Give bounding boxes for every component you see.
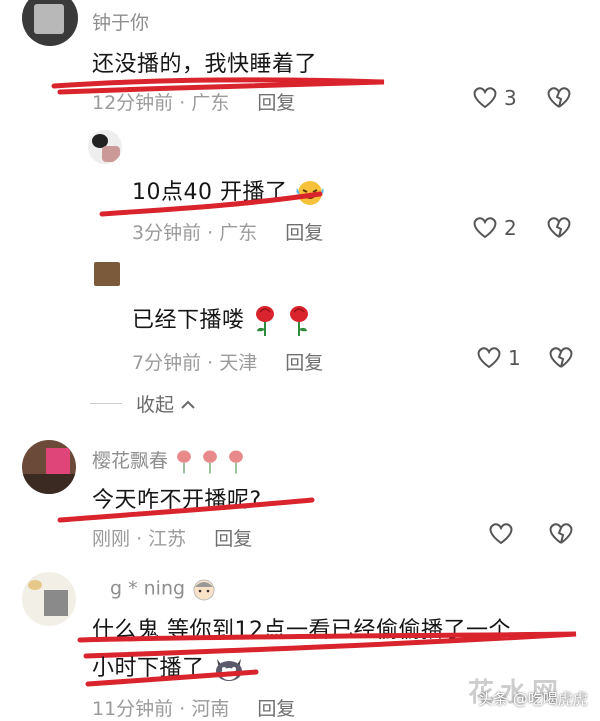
- comment-location: 天津: [219, 352, 258, 374]
- comment-text: 已经下播喽: [132, 302, 312, 338]
- like-count: 3: [504, 86, 517, 110]
- reply-button[interactable]: 回复: [285, 222, 323, 244]
- like-button[interactable]: 1: [476, 346, 521, 370]
- separator: ·: [179, 698, 186, 720]
- comment-text-line2: 小时下播了: [92, 650, 246, 683]
- separator: ·: [207, 352, 214, 374]
- comment-meta: 11分钟前 · 河南 回复: [92, 694, 295, 721]
- avatar[interactable]: [88, 130, 122, 164]
- collapse-replies-button[interactable]: 收起: [90, 390, 196, 417]
- comment-time: 12分钟前: [92, 92, 174, 114]
- comment-location: 江苏: [148, 528, 187, 550]
- comment-text: 还没播的，我快睡着了: [92, 52, 318, 77]
- comment-time: 11分钟前: [92, 698, 174, 720]
- comment-time: 刚刚: [92, 528, 131, 550]
- separator: ·: [207, 222, 214, 244]
- like-count: 2: [504, 216, 517, 240]
- heart-icon: [489, 523, 513, 545]
- like-count: 1: [508, 346, 521, 370]
- cartoon-boy-icon: [193, 579, 215, 601]
- comment-meta: 7分钟前 · 天津 回复: [132, 348, 323, 375]
- comment-location: 河南: [191, 698, 230, 720]
- comment-location: 广东: [191, 92, 230, 114]
- avatar[interactable]: [22, 572, 76, 626]
- like-button[interactable]: [488, 522, 520, 546]
- divider: [90, 403, 122, 404]
- chevron-up-icon: [181, 400, 195, 409]
- comment-meta: 3分钟前 · 广东 回复: [132, 218, 323, 245]
- heart-icon: [473, 217, 497, 239]
- comment-username[interactable]: g * ning: [110, 576, 217, 602]
- comment-meta: 刚刚 · 江苏 回复: [92, 524, 252, 551]
- rose-icon: [229, 450, 244, 473]
- comment-time: 3分钟前: [132, 222, 202, 244]
- reply-button[interactable]: 回复: [257, 92, 295, 114]
- comment-text: 10点40 开播了: [132, 174, 325, 207]
- rose-icon: [289, 306, 308, 336]
- avatar[interactable]: [94, 262, 120, 286]
- reply-button[interactable]: 回复: [214, 528, 252, 550]
- rose-icon: [256, 306, 275, 336]
- comment-text: 什么鬼 等你到12点一看已经偷偷播了一个: [92, 618, 511, 643]
- rose-icon: [177, 450, 191, 473]
- comment-text: 今天咋不开播呢?: [92, 488, 262, 513]
- comment-meta: 12分钟前 · 广东 回复: [92, 88, 295, 115]
- husky-face-icon: [216, 659, 243, 681]
- like-button[interactable]: 2: [472, 216, 517, 240]
- collapse-label: 收起: [136, 394, 175, 416]
- comment-username[interactable]: 樱花飘春: [92, 446, 246, 475]
- comment-username[interactable]: 钟于你: [92, 8, 149, 35]
- broken-heart-icon[interactable]: [548, 522, 574, 546]
- reply-button[interactable]: 回复: [257, 698, 295, 720]
- reply-button[interactable]: 回复: [285, 352, 323, 374]
- separator: ·: [179, 92, 186, 114]
- avatar[interactable]: [22, 0, 78, 46]
- heart-icon: [477, 347, 501, 369]
- like-button[interactable]: 3: [472, 86, 517, 110]
- heart-icon: [473, 87, 497, 109]
- separator: ·: [136, 528, 143, 550]
- broken-heart-icon[interactable]: [548, 346, 574, 370]
- source-watermark: 头条 @吃喝虎虎: [478, 690, 588, 708]
- broken-heart-icon[interactable]: [546, 86, 572, 110]
- rose-icon: [203, 450, 217, 473]
- laughing-crying-emoji-icon: [296, 181, 324, 205]
- avatar[interactable]: [22, 440, 76, 494]
- comment-time: 7分钟前: [132, 352, 202, 374]
- comment-location: 广东: [219, 222, 258, 244]
- broken-heart-icon[interactable]: [546, 216, 572, 240]
